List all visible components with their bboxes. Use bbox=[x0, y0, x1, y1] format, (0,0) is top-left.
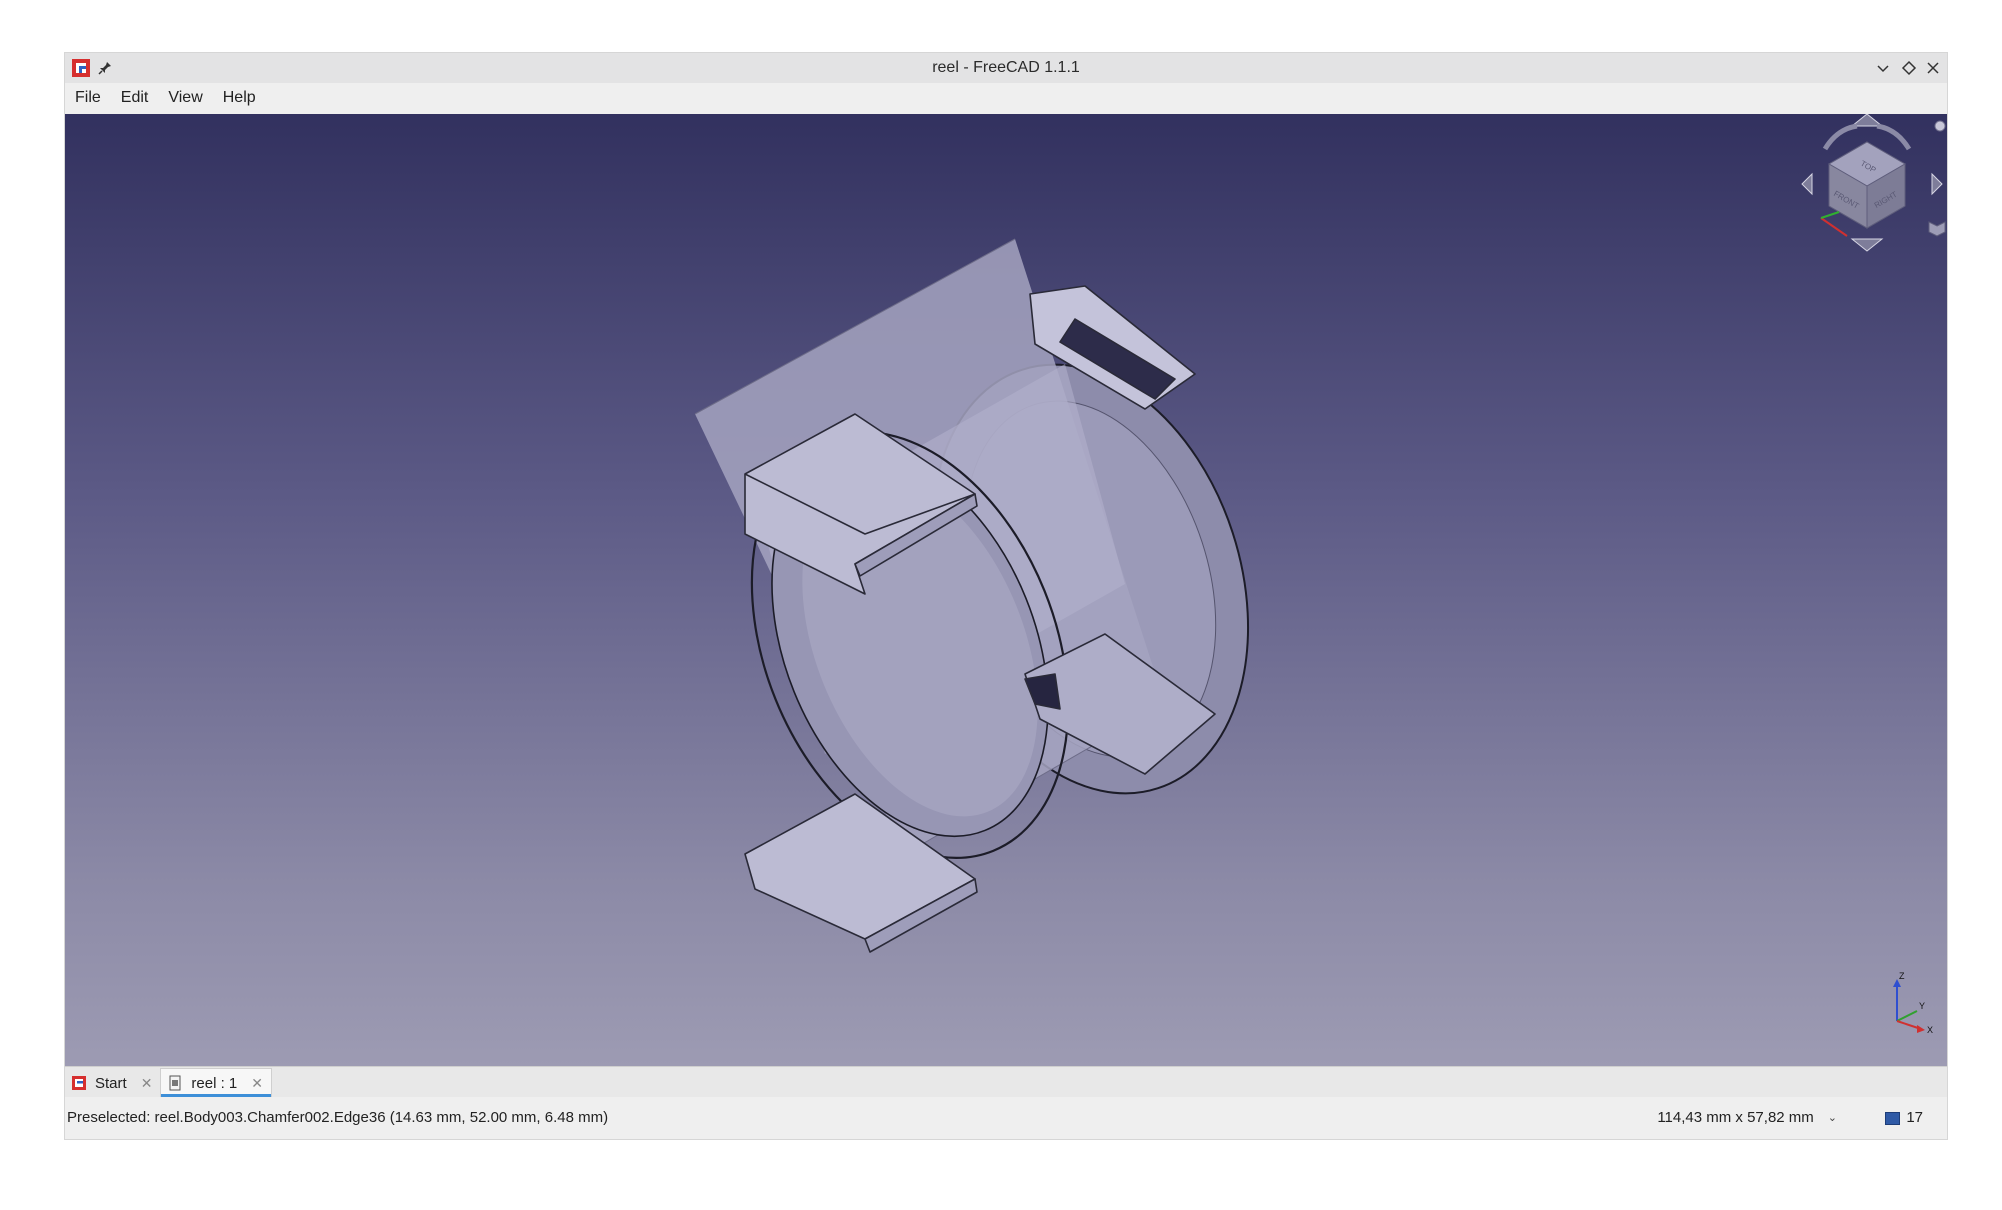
maximize-icon[interactable] bbox=[1901, 60, 1917, 76]
square-icon bbox=[1885, 1111, 1901, 1125]
3d-viewport[interactable]: TOP FRONT RIGHT Z Y X bbox=[65, 114, 1947, 1066]
title-bar: reel - FreeCAD 1.1.1 bbox=[65, 53, 1947, 83]
reel-3d-model[interactable] bbox=[65, 114, 1947, 1066]
dimension-selector[interactable]: 114,43 mm x 57,82 mm ⌄ bbox=[1657, 1097, 1837, 1139]
svg-text:Y: Y bbox=[1919, 1001, 1925, 1011]
dimension-readout: 114,43 mm x 57,82 mm bbox=[1657, 1109, 1814, 1126]
window-title: reel - FreeCAD 1.1.1 bbox=[932, 59, 1080, 76]
menu-file[interactable]: File bbox=[65, 83, 111, 113]
tab-reel-label: reel : 1 bbox=[191, 1074, 238, 1092]
navigation-cube[interactable]: TOP FRONT RIGHT bbox=[1797, 114, 1947, 274]
chevron-down-icon: ⌄ bbox=[1827, 1112, 1837, 1124]
tab-start[interactable]: Start ✕ bbox=[65, 1069, 160, 1097]
tab-close-icon[interactable]: ✕ bbox=[251, 1075, 263, 1092]
document-tab-bar: Start ✕ reel : 1 ✕ bbox=[65, 1066, 1947, 1097]
svg-text:X: X bbox=[1927, 1025, 1933, 1035]
tab-start-label: Start bbox=[95, 1074, 127, 1092]
status-message: Preselected: reel.Body003.Chamfer002.Edg… bbox=[67, 1109, 609, 1126]
document-icon bbox=[169, 1075, 181, 1091]
status-bar: Preselected: reel.Body003.Chamfer002.Edg… bbox=[65, 1097, 1947, 1139]
freecad-window: reel - FreeCAD 1.1.1 File Edit View Help bbox=[65, 53, 1947, 1139]
axis-indicator-icon: Z Y X bbox=[1893, 971, 1933, 1035]
close-icon[interactable] bbox=[1925, 60, 1941, 76]
menu-bar: File Edit View Help bbox=[65, 83, 1947, 113]
count-value: 17 bbox=[1906, 1109, 1923, 1126]
tab-close-icon[interactable]: ✕ bbox=[141, 1075, 153, 1092]
navigation-style-indicator[interactable]: 17 bbox=[1885, 1097, 1923, 1139]
minimize-icon[interactable] bbox=[1875, 60, 1891, 76]
menu-edit[interactable]: Edit bbox=[111, 83, 159, 113]
svg-text:Z: Z bbox=[1899, 971, 1905, 981]
freecad-logo-icon bbox=[72, 1076, 86, 1090]
menu-help[interactable]: Help bbox=[213, 83, 266, 113]
menu-view[interactable]: View bbox=[158, 83, 212, 113]
tab-reel-1[interactable]: reel : 1 ✕ bbox=[160, 1068, 273, 1097]
